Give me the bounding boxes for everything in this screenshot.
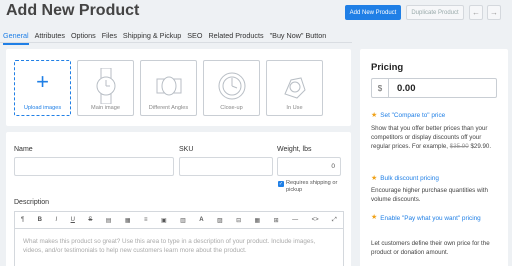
indent-icon[interactable]: ▥ (180, 217, 186, 224)
name-input[interactable] (14, 157, 174, 176)
bulk-discount-description: Encourage higher purchase quantities wit… (371, 187, 488, 203)
requires-shipping-label: Requires shipping or pickup (286, 180, 338, 193)
next-product-button[interactable]: → (487, 5, 501, 20)
image-slot-close-up[interactable]: Close-up (203, 60, 260, 116)
highlight-icon[interactable]: ▨ (217, 217, 223, 224)
watch-icon (96, 68, 116, 104)
weight-input[interactable]: 0 (277, 157, 341, 176)
original-price-example: $35.90 (449, 143, 469, 150)
paragraph-icon[interactable]: ¶ (21, 217, 24, 223)
currency-symbol: $ (372, 79, 389, 97)
text-color-icon[interactable]: A (199, 217, 203, 223)
watch-angled-icon (156, 76, 182, 96)
description-editor[interactable]: What makes this product so great? Use th… (14, 228, 344, 266)
price-value: 0.00 (397, 82, 416, 94)
table-icon[interactable]: ⊟ (236, 217, 241, 224)
list-icon[interactable]: ≡ (144, 217, 148, 223)
tab-divider (0, 42, 352, 43)
plus-icon: + (36, 69, 49, 94)
video-insert-icon[interactable]: ▦ (125, 217, 131, 224)
price-input[interactable]: $ 0.00 (371, 78, 497, 98)
image-slot-in-use[interactable]: In Use (266, 60, 323, 116)
strikethrough-icon[interactable]: S (88, 217, 92, 223)
duplicate-product-button[interactable]: Duplicate Product (406, 5, 464, 20)
star-icon: ★ (371, 214, 378, 221)
compare-to-price-description: Show that you offer better prices than y… (371, 125, 492, 150)
grid-icon[interactable]: ▦ (255, 217, 261, 224)
image-slot-in-use-label: In Use (286, 105, 303, 111)
pay-what-you-want-description: Let customers define their own price for… (371, 240, 490, 256)
hand-watch-icon (284, 77, 306, 99)
description-toolbar: ¶ B I U S ▤ ▦ ≡ ▣ ▥ A ▨ ⊟ ▦ ⊞ — <> ⤢ (14, 211, 344, 228)
horizontal-rule-icon[interactable]: — (292, 217, 298, 223)
sku-label: SKU (179, 146, 194, 153)
name-label: Name (14, 146, 33, 153)
star-icon: ★ (371, 175, 378, 182)
image-slot-angles-label: Different Angles (148, 105, 189, 111)
description-label: Description (14, 199, 50, 206)
image-slot-main[interactable]: Main image (77, 60, 134, 116)
page-title: Add New Product (6, 2, 140, 19)
code-view-icon[interactable]: <> (312, 217, 319, 223)
weight-label: Weight, lbs (277, 146, 312, 153)
pricing-title: Pricing (371, 62, 404, 73)
upload-images-label: Upload images (23, 105, 62, 111)
pay-what-you-want-link[interactable]: ★ Enable "Pay what you want" pricing (371, 214, 490, 223)
image-slot-main-label: Main image (91, 105, 120, 111)
italic-icon[interactable]: I (55, 217, 57, 223)
bulk-discount-link[interactable]: ★ Bulk discount pricing (371, 175, 439, 182)
fullscreen-icon[interactable]: ⤢ (332, 217, 337, 224)
requires-shipping-checkbox[interactable]: ✓ (278, 181, 284, 187)
underline-icon[interactable]: U (71, 217, 75, 223)
image-slot-closeup-label: Close-up (220, 105, 243, 111)
star-icon: ★ (371, 112, 378, 119)
bold-icon[interactable]: B (38, 217, 42, 223)
upload-images-slot[interactable]: + Upload images (14, 60, 71, 116)
sku-input[interactable] (179, 157, 273, 176)
product-images-card: + Upload images Main image Different Ang… (6, 49, 351, 126)
arrow-right-icon: → (490, 8, 498, 17)
previous-product-button[interactable]: ← (469, 5, 483, 20)
image-slot-different-angles[interactable]: Different Angles (140, 60, 197, 116)
image-insert-icon[interactable]: ▤ (106, 217, 112, 224)
arrow-left-icon: ← (472, 8, 480, 17)
add-new-product-button[interactable]: Add New Product (345, 5, 401, 20)
align-icon[interactable]: ▣ (161, 217, 167, 224)
watch-closeup-icon (218, 72, 246, 100)
compare-to-price-link[interactable]: ★ Set "Compare to" price (371, 112, 445, 119)
insert-block-icon[interactable]: ⊞ (274, 217, 279, 224)
